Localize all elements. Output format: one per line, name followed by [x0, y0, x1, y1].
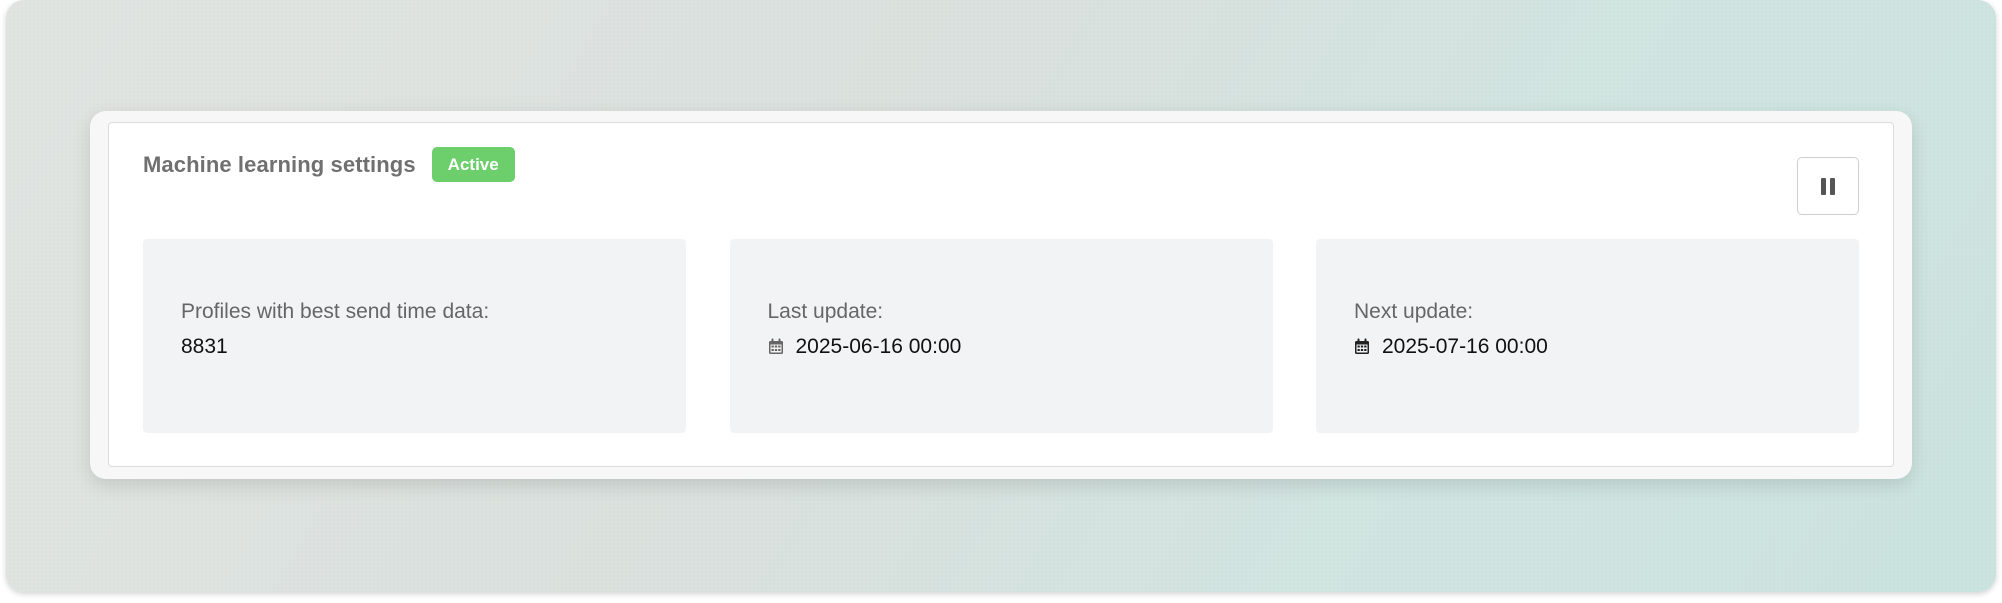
status-badge: Active [431, 147, 515, 182]
stats-row: Profiles with best send time data: 8831 … [143, 239, 1859, 433]
stat-last-update-value: 2025-06-16 00:00 [768, 336, 1273, 357]
stat-profiles-label: Profiles with best send time data: [181, 300, 490, 323]
stat-profiles: Profiles with best send time data: 8831 [143, 239, 686, 433]
calendar-icon [1355, 338, 1369, 354]
stat-profiles-number: 8831 [181, 335, 228, 358]
calendar-icon [768, 338, 783, 354]
stat-next-update-date: 2025-07-16 00:00 [1382, 335, 1548, 358]
ml-settings-card: Machine learning settings Active Profile… [108, 122, 1894, 467]
card-header: Machine learning settings Active [143, 147, 515, 182]
stat-last-update-label: Last update: [767, 300, 884, 323]
stat-next-update-value: 2025-07-16 00:00 [1354, 336, 1859, 357]
stat-next-update-label: Next update: [1354, 300, 1474, 323]
stat-last-update-date: 2025-06-16 00:00 [795, 335, 962, 358]
stat-next-update: Next update: 2025-07-16 00:00 [1316, 239, 1859, 433]
stat-last-update: Last update: 2025-06-16 00:00 [729, 239, 1273, 433]
pause-icon [1821, 177, 1835, 195]
stat-profiles-value: 8831 [181, 336, 686, 357]
card-title: Machine learning settings [143, 151, 416, 177]
pause-button[interactable] [1797, 157, 1859, 215]
